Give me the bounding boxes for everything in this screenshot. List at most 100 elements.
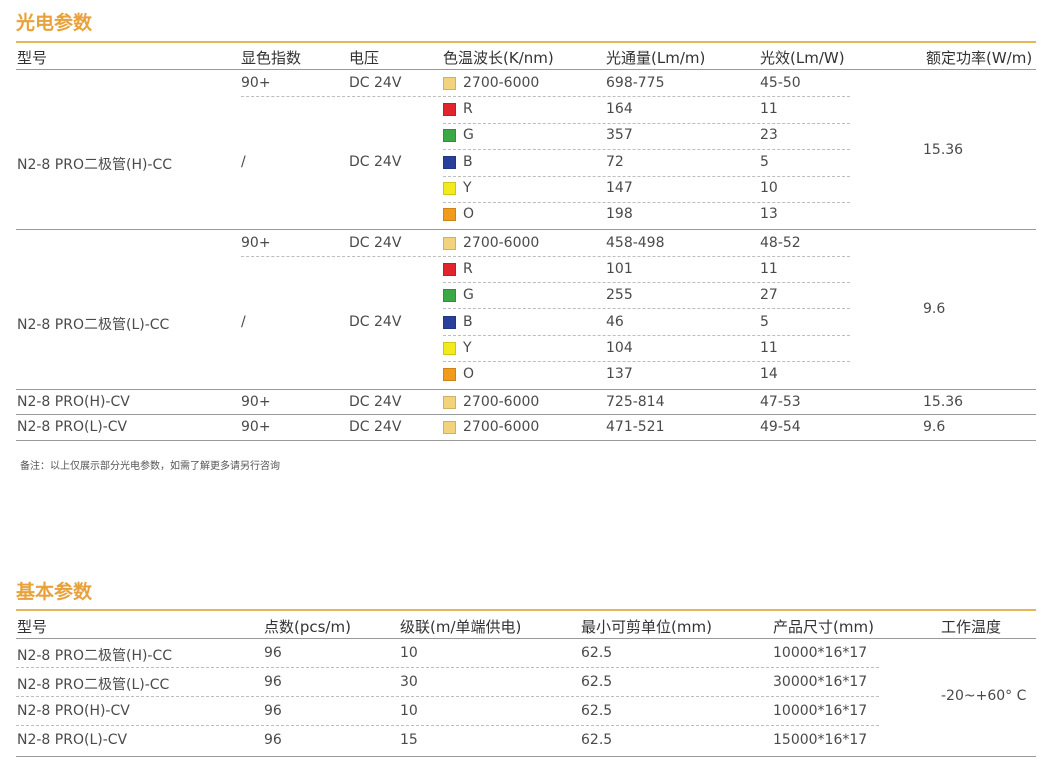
color-swatch [443, 368, 456, 381]
row-divider [443, 96, 850, 97]
color-swatch [443, 263, 456, 276]
power-value: 15.36 [923, 394, 964, 410]
power-value: 9.6 [923, 419, 946, 435]
color-swatch [443, 396, 456, 409]
min-cut-value: 62.5 [581, 703, 613, 719]
efficacy-value: 5 [760, 314, 769, 330]
cct-value: 2700-6000 [463, 75, 540, 91]
row-model: N2-8 PRO(L)-CV [17, 419, 128, 435]
cct-value: G [463, 287, 474, 303]
color-swatch [443, 316, 456, 329]
row-divider [16, 667, 879, 668]
color-swatch [443, 77, 456, 90]
group-divider [16, 229, 1036, 230]
efficacy-value: 27 [760, 287, 778, 303]
color-swatch [443, 289, 456, 302]
header-top-rule [16, 41, 1036, 43]
footnote: 备注：以上仅展示部分光电参数，如需了解更多请另行咨询 [20, 461, 280, 472]
row-divider [443, 361, 850, 362]
group-model: N2-8 PRO二极管(L)-CC [17, 317, 170, 333]
cct-value: Y [463, 180, 472, 196]
color-swatch [443, 342, 456, 355]
color-swatch [443, 421, 456, 434]
flux-value: 471-521 [606, 419, 665, 435]
points-value: 96 [264, 732, 282, 748]
row-divider [443, 202, 850, 203]
cascade-value: 30 [400, 674, 418, 690]
voltage-value: DC 24V [349, 419, 402, 435]
cascade-value: 10 [400, 645, 418, 661]
row-divider [443, 123, 850, 124]
cri-value: 90+ [241, 235, 271, 251]
size-value: 15000*16*17 [773, 732, 868, 748]
cct-value: G [463, 127, 474, 143]
cri-value: / [241, 314, 246, 330]
row-divider [241, 256, 441, 257]
row-divider [241, 96, 441, 97]
group-power: 15.36 [923, 142, 964, 158]
efficacy-value: 11 [760, 101, 778, 117]
cri-value: 90+ [241, 394, 271, 410]
cct-value: Y [463, 340, 472, 356]
operating-temp-value: -20~+60° C [941, 688, 1027, 704]
header-model: 型号 [17, 49, 48, 67]
header-flux: 光通量(Lm/m) [606, 49, 706, 67]
flux-value: 101 [606, 261, 633, 277]
row-model: N2-8 PRO(H)-CV [17, 703, 130, 719]
efficacy-value: 48-52 [760, 235, 801, 251]
cct-value: B [463, 314, 473, 330]
flux-value: 72 [606, 154, 624, 170]
row-divider [16, 725, 879, 726]
header-bottom-rule [16, 69, 1036, 70]
row-divider [16, 414, 1036, 415]
voltage-value: DC 24V [349, 154, 402, 170]
header-top-rule [16, 609, 1036, 611]
cct-value: 2700-6000 [463, 394, 540, 410]
efficacy-value: 47-53 [760, 394, 801, 410]
header-min-cut: 最小可剪单位(mm) [581, 618, 712, 636]
row-divider [443, 308, 850, 309]
voltage-value: DC 24V [349, 75, 402, 91]
flux-value: 147 [606, 180, 633, 196]
flux-value: 164 [606, 101, 633, 117]
min-cut-value: 62.5 [581, 674, 613, 690]
row-model: N2-8 PRO二极管(H)-CC [17, 648, 173, 664]
voltage-value: DC 24V [349, 394, 402, 410]
table-bottom-rule [16, 756, 1036, 757]
efficacy-value: 23 [760, 127, 778, 143]
row-divider [443, 256, 850, 257]
group-divider [16, 389, 1036, 390]
cct-value: B [463, 154, 473, 170]
group-power: 9.6 [923, 301, 946, 317]
efficacy-value: 45-50 [760, 75, 801, 91]
header-model: 型号 [17, 618, 48, 636]
flux-value: 698-775 [606, 75, 665, 91]
section-title-basic: 基本参数 [16, 581, 93, 603]
header-bottom-rule [16, 638, 1036, 639]
points-value: 96 [264, 645, 282, 661]
size-value: 30000*16*17 [773, 674, 868, 690]
efficacy-value: 14 [760, 366, 778, 382]
row-divider [443, 176, 850, 177]
color-swatch [443, 156, 456, 169]
row-model: N2-8 PRO(L)-CV [17, 732, 128, 748]
min-cut-value: 62.5 [581, 732, 613, 748]
efficacy-value: 5 [760, 154, 769, 170]
cct-value: O [463, 206, 475, 222]
flux-value: 458-498 [606, 235, 665, 251]
cct-value: 2700-6000 [463, 419, 540, 435]
flux-value: 104 [606, 340, 633, 356]
efficacy-value: 11 [760, 340, 778, 356]
cri-value: 90+ [241, 75, 271, 91]
header-efficacy: 光效(Lm/W) [760, 49, 845, 67]
row-divider [443, 335, 850, 336]
row-model: N2-8 PRO(H)-CV [17, 394, 130, 410]
size-value: 10000*16*17 [773, 645, 868, 661]
header-cct: 色温波长(K/nm) [443, 49, 554, 67]
cri-value: / [241, 154, 246, 170]
color-swatch [443, 129, 456, 142]
cct-value: 2700-6000 [463, 235, 540, 251]
cct-value: O [463, 366, 475, 382]
color-swatch [443, 208, 456, 221]
flux-value: 725-814 [606, 394, 665, 410]
